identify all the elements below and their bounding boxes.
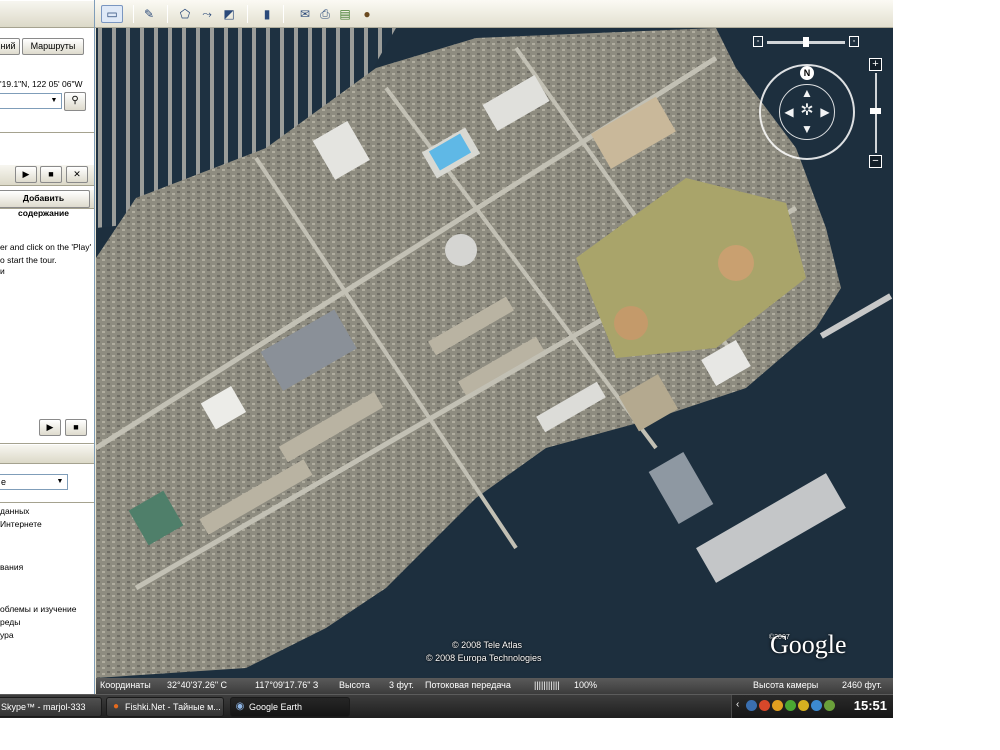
firefox-icon: ● xyxy=(112,701,120,712)
layers-header xyxy=(0,444,94,464)
tilt-down-icon[interactable]: ▫ xyxy=(849,36,859,47)
google-earth-icon: ◉ xyxy=(235,701,245,712)
taskbar: Skype™ - marjol-333 ● Fishki.Net - Тайны… xyxy=(0,694,893,718)
tab-search[interactable]: ний xyxy=(0,38,20,55)
google-earth-window: ний Маршруты '19.1"N, 122 05' 06"W ▼ ⚲ ▶… xyxy=(0,0,893,718)
layer-item[interactable]: облемы и изучение xyxy=(0,604,76,614)
divider xyxy=(0,502,94,503)
close-button[interactable]: ✕ xyxy=(66,166,88,183)
reset-icon[interactable]: ✲ xyxy=(800,103,814,119)
add-content-button[interactable]: Добавить содержание xyxy=(0,190,90,218)
polygon-icon[interactable]: ⬠ xyxy=(177,6,193,22)
antivirus-icon[interactable] xyxy=(759,700,770,711)
display-icon[interactable] xyxy=(811,700,822,711)
attribution: © 2008 Tele Atlas xyxy=(452,640,523,650)
move-right-icon[interactable]: ▶ xyxy=(818,105,832,119)
network-icon[interactable] xyxy=(746,700,757,711)
stop-tour-button[interactable]: ■ xyxy=(65,419,87,436)
tilt-slider[interactable]: ▫ ▫ xyxy=(753,36,861,48)
task-google-earth[interactable]: ◉ Google Earth xyxy=(230,697,350,717)
ruler-icon[interactable]: ▮ xyxy=(259,6,275,22)
task-fishki[interactable]: ● Fishki.Net - Тайные м... xyxy=(106,697,224,717)
maps-icon[interactable]: ▤ xyxy=(337,6,353,22)
task-skype[interactable]: Skype™ - marjol-333 xyxy=(0,697,102,717)
camera-value: 2460 фут. xyxy=(842,680,882,690)
zoom-in-button[interactable]: + xyxy=(869,58,882,71)
placemark-icon[interactable]: ✎ xyxy=(141,6,157,22)
streaming-bar: ||||||||||| xyxy=(534,680,560,690)
print-icon[interactable]: ⎙ xyxy=(317,6,333,22)
chevron-down-icon[interactable]: ▼ xyxy=(48,95,60,107)
path-icon[interactable]: ⤳ xyxy=(199,6,215,22)
layer-item[interactable]: ура xyxy=(0,630,14,640)
toolbar-separator xyxy=(167,5,168,23)
toolbar-separator xyxy=(133,5,134,23)
search-header xyxy=(0,0,94,28)
search-input[interactable]: ▼ xyxy=(0,93,62,109)
slider-handle[interactable] xyxy=(803,37,809,47)
zoom-handle[interactable] xyxy=(870,108,881,114)
elevation-value: 3 фут. xyxy=(389,680,414,690)
attribution: © 2008 Europa Technologies xyxy=(426,653,542,663)
layers-dropdown[interactable]: e ▼ xyxy=(0,474,68,490)
layer-item[interactable]: данных xyxy=(0,506,29,516)
skype-tray-icon[interactable] xyxy=(785,700,796,711)
toolbar-separator xyxy=(247,5,248,23)
overlay-icon[interactable]: ◩ xyxy=(221,6,237,22)
layer-item[interactable]: Интернете xyxy=(0,519,42,529)
navigation-controls: ▫ ▫ N ▲ ▼ ◀ ▶ ✲ + − xyxy=(751,34,891,184)
toolbar: ▭ ✎ ⬠ ⤳ ◩ ▮ ✉ ⎙ ▤ ● xyxy=(95,0,893,28)
elevation-label: Высота xyxy=(339,680,370,690)
google-logo: Google xyxy=(770,630,847,659)
update-icon[interactable] xyxy=(772,700,783,711)
volume-icon[interactable] xyxy=(824,700,835,711)
streaming-label: Потоковая передача xyxy=(425,680,511,690)
sidebar-icon[interactable]: ▭ xyxy=(101,5,123,23)
toolbar-separator xyxy=(283,5,284,23)
chevron-down-icon[interactable]: ▼ xyxy=(54,476,66,488)
tab-directions[interactable]: Маршруты xyxy=(22,38,84,55)
camera-label: Высота камеры xyxy=(753,680,819,690)
stop-button[interactable]: ■ xyxy=(40,166,62,183)
tilt-up-icon[interactable]: ▫ xyxy=(753,36,763,47)
email-icon[interactable]: ✉ xyxy=(297,6,313,22)
play-tour-button[interactable]: ▶ xyxy=(39,419,61,436)
layer-item[interactable]: реды xyxy=(0,617,20,627)
status-bar: Координаты 32°40'37.26" С 117°09'17.76" … xyxy=(96,678,893,694)
search-button[interactable]: ⚲ xyxy=(64,92,86,111)
longitude-value: 117°09'17.76" З xyxy=(255,680,319,690)
map-view[interactable]: ▫ ▫ N ▲ ▼ ◀ ▶ ✲ + − © 2008 Tele Atlas © … xyxy=(96,28,893,678)
play-button[interactable]: ▶ xyxy=(15,166,37,183)
divider xyxy=(0,132,94,133)
search-icon: ⚲ xyxy=(71,95,79,106)
tray-expand-icon[interactable]: ‹ xyxy=(736,699,739,710)
sky-icon[interactable]: ● xyxy=(359,6,375,22)
zoom-out-button[interactable]: − xyxy=(869,155,882,168)
tour-hint: и xyxy=(0,266,5,276)
latitude-value: 32°40'37.26" С xyxy=(167,680,228,690)
tour-hint: o start the tour. xyxy=(0,255,57,265)
compass-north-icon[interactable]: N xyxy=(800,66,814,80)
streaming-percent: 100% xyxy=(574,680,598,690)
layer-item[interactable]: вания xyxy=(0,562,23,572)
sidebar: ний Маршруты '19.1"N, 122 05' 06"W ▼ ⚲ ▶… xyxy=(0,0,95,694)
clock[interactable]: 15:51 xyxy=(854,698,887,713)
tour-hint: er and click on the 'Play' xyxy=(0,242,92,252)
move-left-icon[interactable]: ◀ xyxy=(782,105,796,119)
coords-hint: '19.1"N, 122 05' 06"W xyxy=(0,79,83,89)
messenger-icon[interactable] xyxy=(798,700,809,711)
move-up-icon[interactable]: ▲ xyxy=(800,86,814,100)
system-tray: ‹ 15:51 xyxy=(731,695,893,718)
coords-label: Координаты xyxy=(100,680,151,690)
move-down-icon[interactable]: ▼ xyxy=(800,122,814,136)
